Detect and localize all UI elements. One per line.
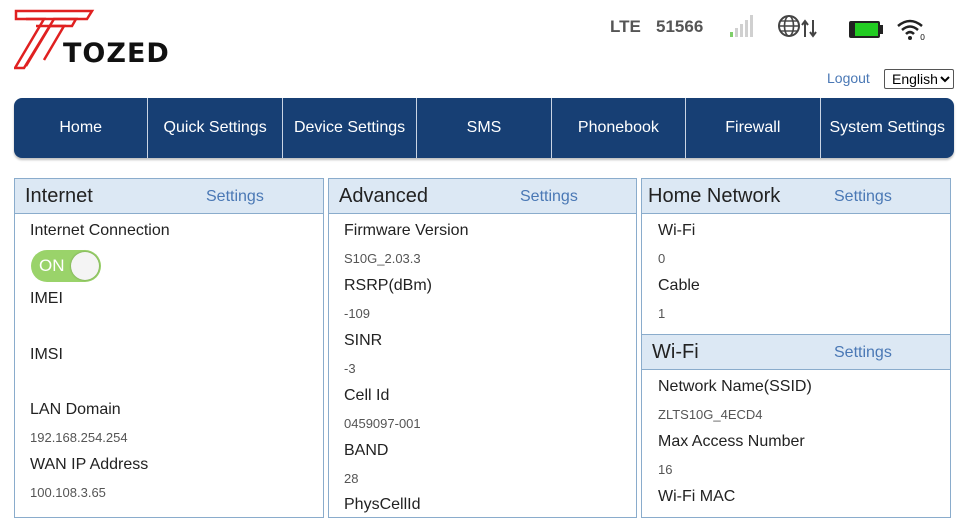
- network-type: LTE: [610, 17, 641, 36]
- cable-label: Cable: [658, 277, 700, 294]
- battery-icon: [849, 21, 883, 38]
- ssid-value: ZLTS10G_4ECD4: [658, 407, 763, 422]
- firmware-label: Firmware Version: [344, 222, 469, 239]
- wan-ip-value: 100.108.3.65: [30, 485, 106, 500]
- sinr-label: SINR: [344, 332, 383, 349]
- rsrp-value: -109: [344, 306, 371, 321]
- cable-value: 1: [658, 306, 666, 321]
- internet-connection-toggle[interactable]: ON: [31, 250, 101, 282]
- home-network-panel-header: Home Network Settings: [642, 179, 950, 214]
- nav-device-settings[interactable]: Device Settings: [283, 98, 418, 158]
- home-network-panel-title: Home Network: [648, 185, 781, 207]
- nav-system-settings[interactable]: System Settings: [821, 98, 954, 158]
- advanced-panel: Advanced Settings Firmware Version S10G_…: [328, 178, 637, 518]
- operator-code: 51566: [656, 17, 704, 36]
- logout-link[interactable]: Logout: [827, 70, 870, 86]
- firmware-value: S10G_2.03.3: [344, 251, 421, 266]
- band-value: 28: [344, 471, 359, 486]
- band-label: BAND: [344, 442, 389, 459]
- brand-name: TOZED: [63, 38, 170, 69]
- sinr-value: -3: [344, 361, 356, 376]
- globe-data-icon: [778, 15, 817, 38]
- toggle-state-label: ON: [39, 256, 65, 275]
- imsi-label: IMSI: [30, 346, 63, 363]
- cellid-value: 0459097-001: [344, 416, 421, 431]
- home-wifi-value: 0: [658, 251, 666, 266]
- nav-firewall[interactable]: Firewall: [686, 98, 821, 158]
- imei-label: IMEI: [30, 290, 63, 307]
- max-access-value: 16: [658, 462, 673, 477]
- lan-domain-label: LAN Domain: [30, 401, 121, 418]
- toggle-knob: [71, 252, 99, 280]
- wan-ip-label: WAN IP Address: [30, 456, 149, 473]
- internet-panel: Internet Settings Internet Connection ON…: [14, 178, 324, 518]
- rsrp-label: RSRP(dBm): [344, 277, 433, 294]
- internet-settings-link[interactable]: Settings: [206, 188, 264, 206]
- wifi-panel-title: Wi-Fi: [652, 341, 699, 363]
- wifi-mac-label: Wi-Fi MAC: [658, 488, 736, 505]
- language-select[interactable]: English: [884, 69, 954, 89]
- max-access-label: Max Access Number: [658, 433, 805, 450]
- nav-quick-settings[interactable]: Quick Settings: [148, 98, 283, 158]
- internet-panel-header: Internet Settings: [15, 179, 323, 214]
- wifi-panel: Wi-Fi Settings Network Name(SSID) ZLTS10…: [641, 334, 951, 518]
- physcellid-label: PhysCellId: [344, 496, 421, 513]
- lan-domain-value: 192.168.254.254: [30, 430, 128, 445]
- nav-phonebook[interactable]: Phonebook: [552, 98, 687, 158]
- cellid-label: Cell Id: [344, 387, 390, 404]
- advanced-panel-title: Advanced: [339, 185, 428, 207]
- home-wifi-label: Wi-Fi: [658, 222, 696, 239]
- wifi-panel-header: Wi-Fi Settings: [642, 335, 950, 370]
- nav-sms[interactable]: SMS: [417, 98, 552, 158]
- home-network-panel: Home Network Settings Wi-Fi 0 Cable 1: [641, 178, 951, 336]
- svg-text:0: 0: [920, 33, 925, 41]
- ssid-label: Network Name(SSID): [658, 378, 812, 395]
- wifi-settings-link[interactable]: Settings: [834, 344, 892, 362]
- home-network-settings-link[interactable]: Settings: [834, 188, 892, 206]
- signal-bars-icon: [730, 15, 753, 37]
- internet-panel-title: Internet: [25, 185, 93, 207]
- main-nav: Home Quick Settings Device Settings SMS …: [14, 98, 954, 158]
- advanced-settings-link[interactable]: Settings: [520, 188, 578, 206]
- wifi-icon: 0: [897, 19, 925, 41]
- nav-home[interactable]: Home: [14, 98, 149, 158]
- internet-connection-label: Internet Connection: [30, 222, 170, 239]
- advanced-panel-header: Advanced Settings: [329, 179, 636, 214]
